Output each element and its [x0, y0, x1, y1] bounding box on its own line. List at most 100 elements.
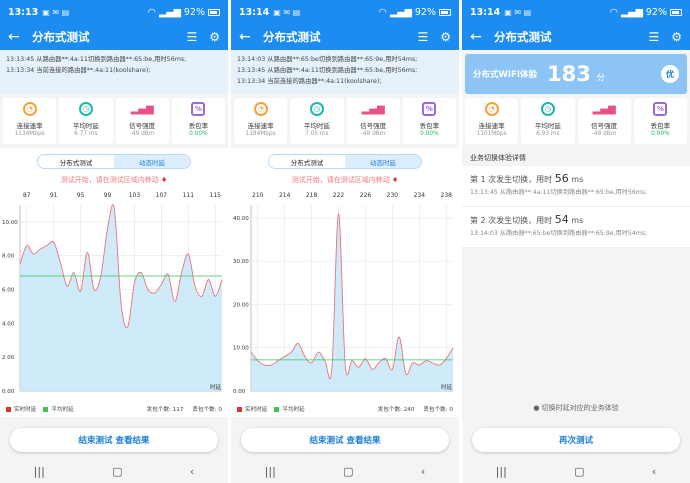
app-bar: ← 分布式测试 ☰ ⚙	[462, 24, 690, 50]
switch-detail: 13:14:03 从路由器**:65:be切换到路由器**:65:9e,用时54…	[470, 230, 648, 237]
signal-bars-icon: ▂▄▆	[592, 103, 616, 115]
log-line: 13:13:45 从路由器**:4a:11切换到路由器**:65:be,用时56…	[237, 67, 418, 74]
home-icon[interactable]: ▢	[343, 465, 353, 478]
home-icon[interactable]: ▢	[112, 465, 122, 478]
back-nav-icon[interactable]: ‹	[652, 465, 656, 478]
list-item: 第 2 次发生切换，用时 54 ms 13:14:03 从路由器**:65:be…	[462, 207, 690, 248]
y-tick-label: 6.00	[2, 288, 15, 294]
back-arrow-icon[interactable]: ←	[8, 29, 26, 45]
metric-value: -48 dBm	[591, 131, 617, 137]
tab-distributed-test[interactable]: 分布式测试	[269, 155, 345, 168]
roaming-log: 13:14:03 从路由器**:65:be切换到路由器**:65:9e,用时54…	[231, 50, 459, 94]
metric-connection-rate: ◔ 连接速率 1184Mbps	[234, 98, 288, 144]
cellular-signal-icon: ▂▄▆	[620, 6, 643, 18]
wifi-icon: ◠	[609, 6, 618, 18]
metric-value: 1101Mbps	[476, 131, 507, 137]
metric-label: 连接速率	[16, 122, 43, 130]
score-value: 183	[547, 62, 591, 86]
legend-swatch-realtime	[6, 406, 11, 412]
page-title: 分布式测试	[263, 30, 321, 44]
phone-screen-1: 13:13 ▣ ✉ ▤ ◠ ▂▄▆ 92% ← 分布式测试 ☰ ⚙ 13:13:…	[0, 0, 228, 483]
back-arrow-icon[interactable]: ←	[239, 29, 257, 45]
recent-apps-icon[interactable]: |||	[265, 465, 276, 478]
timer-icon: ◷	[78, 102, 93, 116]
y-tick-label: 10.00	[2, 220, 18, 226]
hint-text: 测试开始，请在测试区域内移动	[60, 176, 159, 184]
back-arrow-icon[interactable]: ←	[470, 29, 488, 45]
status-bar: 13:13 ▣ ✉ ▤ ◠ ▂▄▆ 92%	[0, 0, 228, 24]
gear-icon[interactable]: ⚙	[671, 30, 682, 44]
battery-percent: 92%	[645, 6, 667, 18]
info-icon: ●	[533, 404, 540, 412]
switch-prefix: 第 2 次发生切换，用时	[470, 216, 553, 225]
phone-screen-3: 13:14 ▣ ✉ ▤ ◠ ▂▄▆ 92% ← 分布式测试 ☰ ⚙ 分布式WIF…	[462, 0, 690, 483]
test-hint: 测试开始，请在测试区域内移动 ♦	[231, 173, 459, 189]
x-tick-label: 226	[360, 192, 372, 199]
legend-average: 平均时延	[282, 407, 305, 413]
home-icon[interactable]: ▢	[574, 465, 584, 478]
tab-dynamic-latency[interactable]: 动态时延	[114, 155, 190, 168]
retest-button[interactable]: 再次测试	[472, 428, 680, 452]
chart-legend: 实时时延 平均时延 发包个数: 117 丢包个数: 0	[0, 401, 228, 417]
metrics-row: ◔ 连接速率 1134Mbps ◷ 平均时延 6.77 ms ▂▄▆ 信号强度 …	[0, 94, 228, 148]
switch-unit: ms	[571, 216, 584, 225]
test-hint: 测试开始，请在测试区域内移动 ♦	[0, 173, 228, 189]
score-label: 分布式WIFI体验	[473, 70, 538, 80]
gear-icon[interactable]: ⚙	[440, 30, 451, 44]
roaming-log: 13:13:45 从路由器**:4a:11切换到路由器**:65:be,用时56…	[0, 50, 228, 94]
recent-apps-icon[interactable]: |||	[496, 465, 507, 478]
wifi-icon: ◠	[378, 6, 387, 18]
packets-sent: 发包个数: 117	[146, 407, 184, 413]
recent-apps-icon[interactable]: |||	[34, 465, 45, 478]
history-list-icon[interactable]: ☰	[186, 30, 197, 44]
page-title: 分布式测试	[32, 30, 90, 44]
battery-icon	[208, 8, 220, 16]
log-line: 13:13:34 当前连接的路由器**:4a:11(koolshare);	[237, 78, 382, 85]
x-tick-label: 115	[210, 192, 222, 199]
battery-percent: 92%	[183, 6, 205, 18]
metric-label: 信号强度	[129, 122, 156, 130]
x-axis-label: 时延	[441, 383, 453, 391]
end-test-button[interactable]: 结束测试 查看结果	[10, 428, 218, 452]
history-list-icon[interactable]: ☰	[417, 30, 428, 44]
metric-connection-rate: ◔ 连接速率 1101Mbps	[465, 98, 519, 144]
switch-detail: 13:13:45 从路由器**:4a:11切换到路由器**:65:be,用时56…	[470, 189, 648, 196]
back-nav-icon[interactable]: ‹	[190, 465, 194, 478]
x-tick-label: 99	[104, 192, 112, 199]
gauge-icon: ◔	[22, 102, 37, 116]
back-nav-icon[interactable]: ‹	[421, 465, 425, 478]
section-header: 业务切换体验详情	[470, 154, 526, 162]
metric-label: 平均时延	[303, 122, 330, 130]
latency-chart-svg: 87 91 95 99 103 107 111 115 0.00 2.00 4.00 6.00 8.00…	[2, 192, 223, 395]
metric-value: -49 dBm	[129, 131, 155, 137]
percent-icon: %	[653, 102, 668, 116]
switch-ms: 54	[554, 213, 569, 226]
end-test-button[interactable]: 结束测试 查看结果	[241, 428, 449, 452]
x-tick-label: 234	[414, 192, 426, 199]
gear-icon[interactable]: ⚙	[209, 30, 220, 44]
x-tick-label: 214	[279, 192, 291, 199]
percent-icon: %	[191, 102, 206, 116]
x-axis-label: 时延	[210, 383, 222, 391]
notification-icons: ▣ ✉ ▤	[504, 7, 532, 17]
notification-icons: ▣ ✉ ▤	[42, 7, 70, 17]
metrics-row: ◔ 连接速率 1101Mbps ◷ 平均时延 6.93 ms ▂▄▆ 信号强度 …	[462, 94, 690, 148]
metric-label: 丢包率	[419, 122, 440, 130]
metric-value: 1134Mbps	[14, 131, 45, 137]
metric-value: 0.00%	[420, 131, 439, 137]
tab-distributed-test[interactable]: 分布式测试	[38, 155, 114, 168]
x-tick-label: 222	[333, 192, 345, 199]
legend-average: 平均时延	[51, 407, 74, 413]
y-tick-label: 40.00	[233, 216, 249, 222]
segmented-control: 分布式测试 动态时延	[0, 148, 228, 173]
y-tick-label: 30.00	[233, 259, 249, 265]
y-tick-label: 4.00	[2, 321, 15, 327]
y-tick-label: 10.00	[233, 346, 249, 352]
x-tick-label: 103	[129, 192, 141, 199]
hint-text: 测试开始，请在测试区域内移动	[291, 176, 390, 184]
tab-dynamic-latency[interactable]: 动态时延	[345, 155, 421, 168]
chart-legend: 实时时延 平均时延 发包个数: 240 丢包个数: 0	[231, 401, 459, 417]
history-list-icon[interactable]: ☰	[648, 30, 659, 44]
metric-label: 信号强度	[360, 122, 387, 130]
packets-lost: 丢包个数: 0	[423, 407, 453, 413]
